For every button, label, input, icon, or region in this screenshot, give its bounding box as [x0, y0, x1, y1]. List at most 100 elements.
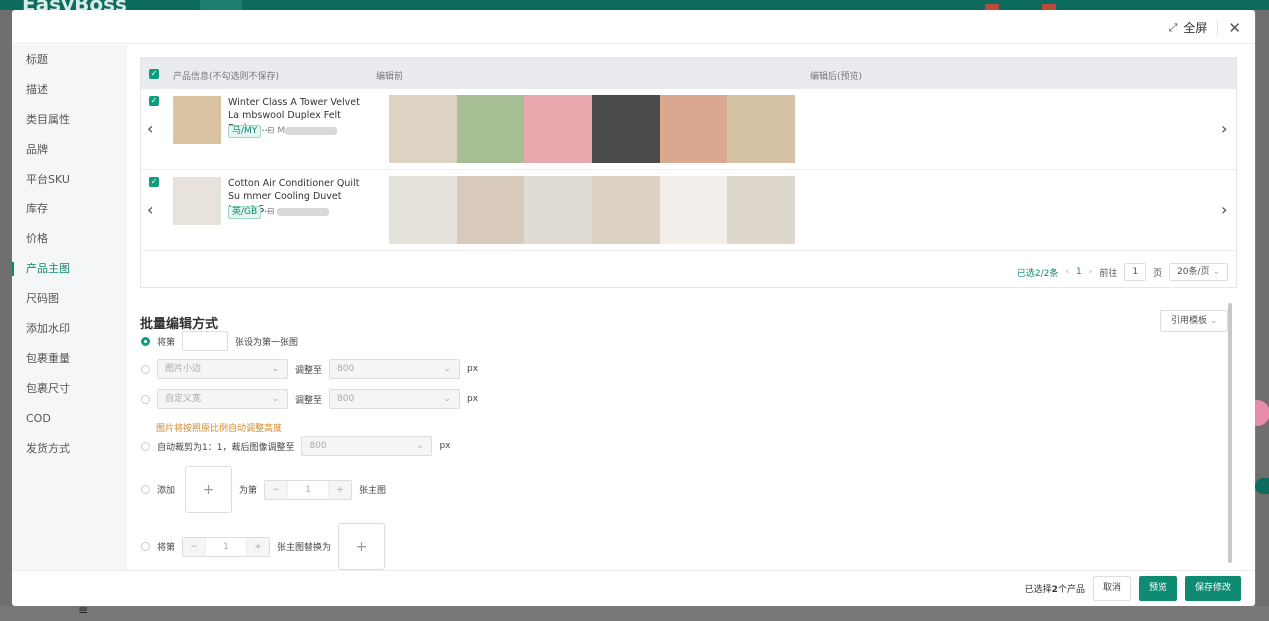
option-label: 张主图: [359, 486, 387, 496]
close-icon[interactable]: ✕: [1228, 20, 1241, 35]
stepper-value[interactable]: 1: [287, 480, 330, 499]
sidebar-item-description[interactable]: 描述: [12, 75, 127, 105]
column-after: 编辑后(预览): [810, 72, 863, 82]
option-label: 添加: [157, 486, 176, 496]
product-image[interactable]: [659, 95, 728, 163]
next-page-icon[interactable]: ›: [1089, 267, 1093, 277]
option-label: 为第: [239, 486, 258, 496]
row-checkbox[interactable]: ✓: [149, 96, 159, 106]
radio-custom-width[interactable]: [141, 394, 150, 404]
size-select[interactable]: 800 ⌄: [329, 359, 461, 379]
size-select[interactable]: 800 ⌄: [301, 436, 433, 456]
chevron-down-icon: ⌄: [271, 394, 279, 404]
increment-button[interactable]: +: [329, 480, 352, 499]
stepper-value[interactable]: 1: [205, 537, 248, 556]
goto-page-input[interactable]: 1: [1124, 263, 1147, 281]
position-stepper[interactable]: − 1 +: [182, 536, 271, 557]
table-header: ✓ 产品信息(不勾选则不保存) 编辑前 编辑后(预览): [141, 58, 1236, 89]
upload-image-button[interactable]: +: [185, 466, 233, 513]
page-size-select[interactable]: 20条/页 ⌄: [1169, 263, 1228, 281]
product-image[interactable]: [659, 176, 728, 244]
page-number[interactable]: 1: [1076, 267, 1082, 277]
save-button[interactable]: 保存修改: [1184, 576, 1241, 601]
use-template-button[interactable]: 引用模板 ⌄: [1160, 310, 1228, 332]
image-index-input[interactable]: [182, 331, 229, 351]
width-mode-select[interactable]: 自定义宽 ⌄: [157, 389, 288, 409]
option-label: 将第: [157, 543, 176, 553]
chevron-down-icon: ⌄: [271, 364, 279, 374]
option-add-image: 添加 + 为第 − 1 + 张主图: [141, 466, 386, 513]
option-set-first-image: 将第 张设为第一张图: [141, 331, 298, 351]
product-image[interactable]: [389, 95, 457, 163]
product-image[interactable]: [456, 176, 525, 244]
chevron-right-icon[interactable]: ›: [1221, 200, 1227, 219]
option-replace-image: 将第 − 1 + 张主图替换为 +: [141, 523, 386, 570]
option-label: 调整至: [295, 365, 323, 376]
sidebar-item-platform-sku[interactable]: 平台SKU: [12, 165, 127, 195]
fullscreen-button[interactable]: 全屏: [1183, 19, 1207, 36]
modal-header: ⤢ 全屏 ✕: [12, 10, 1255, 44]
chevron-left-icon[interactable]: ‹: [147, 200, 153, 219]
product-image[interactable]: [592, 176, 660, 244]
main-panel: ✓ 产品信息(不勾选则不保存) 编辑前 编辑后(预览) ✓ ‹ Winter C…: [127, 45, 1255, 570]
sidebar-item-price[interactable]: 价格: [12, 224, 127, 254]
product-image[interactable]: [592, 95, 660, 163]
chevron-right-icon[interactable]: ›: [1221, 119, 1227, 138]
expand-icon[interactable]: ⤢: [1169, 21, 1178, 35]
sidebar-item-category-attributes[interactable]: 类目属性: [12, 105, 127, 135]
sidebar-item-brand[interactable]: 品牌: [12, 135, 127, 165]
product-image[interactable]: [389, 176, 457, 244]
sidebar-item-watermark[interactable]: 添加水印: [12, 314, 127, 344]
position-stepper[interactable]: − 1 +: [264, 479, 353, 500]
product-thumbnail: [173, 177, 221, 225]
radio-set-first[interactable]: [141, 336, 150, 346]
option-label: 将第: [157, 337, 176, 348]
sidebar-item-package-weight[interactable]: 包裹重量: [12, 344, 127, 374]
image-strip-before: [389, 176, 796, 244]
product-image[interactable]: [456, 95, 525, 163]
chevron-left-icon[interactable]: ‹: [147, 119, 153, 138]
row-checkbox[interactable]: ✓: [149, 177, 159, 187]
column-product-info: 产品信息(不勾选则不保存): [173, 72, 280, 82]
product-image[interactable]: [727, 95, 796, 163]
product-image[interactable]: [727, 176, 796, 244]
sidebar-item-title[interactable]: 标题: [12, 45, 127, 75]
select-all-checkbox[interactable]: ✓: [149, 69, 159, 79]
batch-edit-title: 批量编辑方式: [140, 317, 219, 332]
column-before: 编辑前: [376, 72, 404, 82]
decrement-button[interactable]: −: [265, 480, 288, 499]
prev-page-icon[interactable]: ‹: [1065, 267, 1069, 277]
product-image[interactable]: [524, 176, 593, 244]
sidebar-item-size-chart[interactable]: 尺码图: [12, 284, 127, 314]
sidebar-item-stock[interactable]: 库存: [12, 194, 127, 224]
unit-label: px: [467, 364, 479, 374]
radio-add-image[interactable]: [141, 485, 150, 494]
radio-resize-short-side[interactable]: [141, 364, 150, 374]
site-tag: 英/GB: [228, 206, 262, 219]
scrollbar[interactable]: [1228, 303, 1232, 563]
preview-button[interactable]: 预览: [1138, 576, 1177, 601]
radio-auto-crop[interactable]: [141, 441, 150, 451]
sidebar-item-package-size[interactable]: 包裹尺寸: [12, 374, 127, 404]
product-image[interactable]: [524, 95, 593, 163]
table-row: ✓ ‹ Cotton Air Conditioner Quilt Su mmer…: [141, 170, 1236, 251]
increment-button[interactable]: +: [247, 537, 270, 556]
upload-image-button[interactable]: +: [338, 523, 386, 570]
sidebar-item-main-images[interactable]: 产品主图: [12, 254, 127, 284]
table-row: ✓ ‹ Winter Class A Tower Velvet La mbswo…: [141, 89, 1236, 170]
cancel-button[interactable]: 取消: [1092, 576, 1131, 601]
option-label: 张主图替换为: [277, 543, 332, 553]
sidebar-item-shipping-method[interactable]: 发货方式: [12, 434, 127, 464]
pagination: 已选2/2条 ‹ 1 › 前往 1 页 20条/页 ⌄: [141, 256, 1236, 288]
option-label: 自动裁剪为1：1，裁后图像调整至: [157, 442, 295, 453]
shop-name: ⊟: [267, 207, 330, 217]
option-label: 调整至: [295, 395, 323, 406]
option-custom-width: 自定义宽 ⌄ 调整至 800 ⌄ px: [141, 389, 478, 409]
radio-replace-image[interactable]: [141, 542, 150, 551]
size-select[interactable]: 800 ⌄: [329, 389, 461, 409]
selected-count: 已选2/2条: [1016, 268, 1059, 279]
sidebar-item-cod[interactable]: COD: [12, 404, 127, 434]
decrement-button[interactable]: −: [183, 537, 206, 556]
resize-mode-select[interactable]: 图片小边 ⌄: [157, 359, 288, 379]
floating-handle[interactable]: [1255, 478, 1269, 494]
